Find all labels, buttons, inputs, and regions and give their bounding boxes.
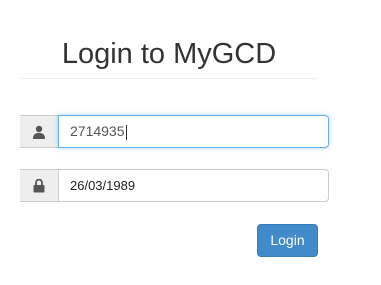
username-group: 2714935 — [20, 115, 329, 148]
username-field[interactable]: 2714935 — [58, 115, 329, 148]
password-group: 26/03/1989 — [20, 169, 329, 202]
page-title: Login to MyGCD — [61, 38, 277, 70]
password-value: 26/03/1989 — [70, 178, 136, 193]
text-cursor — [125, 124, 127, 140]
password-field[interactable]: 26/03/1989 — [58, 169, 329, 202]
lock-icon-addon — [20, 169, 58, 202]
login-button[interactable]: Login — [257, 224, 318, 257]
user-icon — [33, 125, 45, 139]
user-icon-addon — [20, 115, 58, 148]
title-divider — [20, 78, 318, 79]
username-value: 2714935 — [70, 123, 125, 139]
lock-icon — [33, 178, 45, 192]
